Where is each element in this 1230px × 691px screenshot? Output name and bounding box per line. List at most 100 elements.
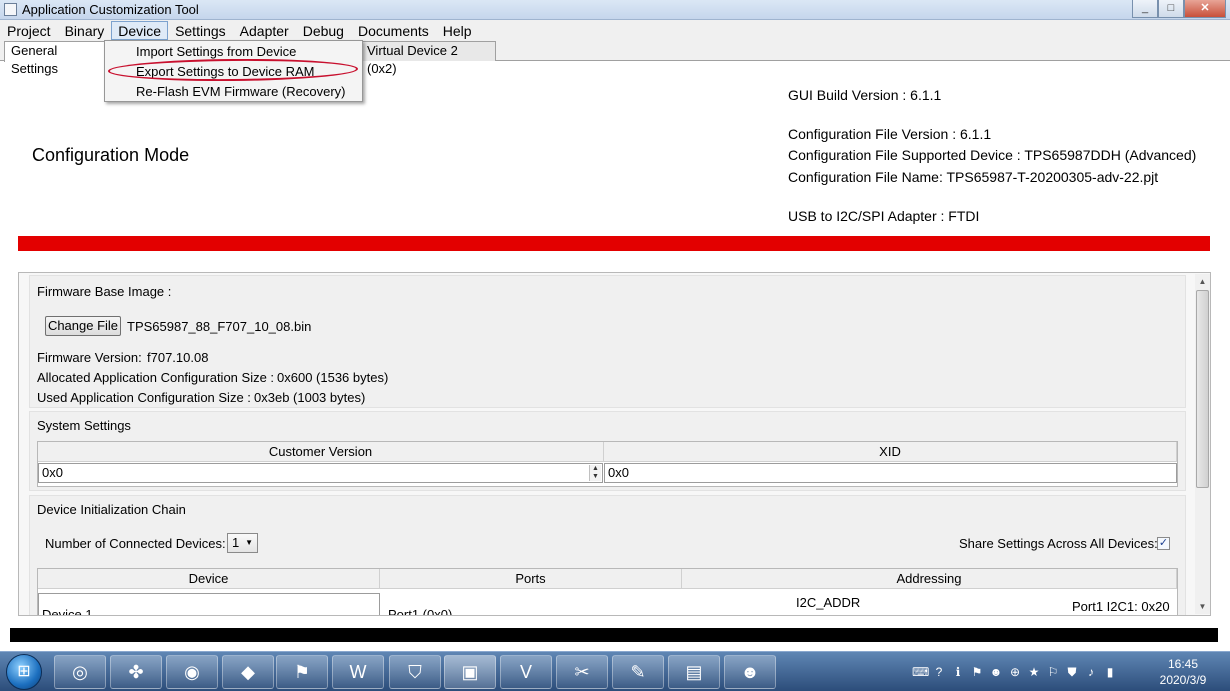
dropdown-arrow-icon: ▼: [245, 538, 253, 547]
used-size-label: Used Application Configuration Size :: [37, 390, 251, 405]
menu-adapter[interactable]: Adapter: [233, 21, 296, 40]
allocated-size-label: Allocated Application Configuration Size…: [37, 370, 275, 385]
chrome-icon[interactable]: ◎: [54, 655, 106, 689]
share-settings-checkbox[interactable]: ✓: [1157, 537, 1170, 550]
clock-time: 16:45: [1167, 657, 1199, 671]
firmware-group-label: Firmware Base Image :: [37, 284, 172, 299]
scroll-down-icon[interactable]: ▼: [1195, 599, 1210, 614]
device-init-chain-group: Device Initialization Chain Number of Co…: [29, 495, 1186, 616]
scroll-up-icon[interactable]: ▲: [1195, 274, 1210, 289]
notepad-icon[interactable]: ▤: [668, 655, 720, 689]
customer-version-input[interactable]: 0x0 ▲ ▼: [38, 463, 603, 483]
maximize-button[interactable]: □: [1158, 0, 1184, 18]
word-icon[interactable]: W: [332, 655, 384, 689]
checkmark-icon: ✓: [1158, 537, 1169, 549]
menu-item-export-settings[interactable]: Export Settings to Device RAM: [136, 64, 314, 79]
menu-debug[interactable]: Debug: [296, 21, 351, 40]
tab-general-settings[interactable]: General Settings: [4, 41, 110, 76]
config-file-name: Configuration File Name: TPS65987-T-2020…: [788, 169, 1159, 185]
adapter-info: USB to I2C/SPI Adapter : FTDI: [788, 208, 980, 224]
system-tray: ⌨ ? ℹ ⚑ ☻ ⊕ ★ ⚐ ⛊ ♪ ▮: [912, 660, 1144, 684]
scrollbar-thumb[interactable]: [1196, 290, 1209, 488]
share-settings-label: Share Settings Across All Devices:: [959, 536, 1158, 551]
xid-value: 0x0: [608, 465, 629, 480]
star-icon[interactable]: ★: [1026, 664, 1042, 680]
device-cell[interactable]: Device 1: [38, 593, 380, 616]
clover-icon[interactable]: ✤: [110, 655, 162, 689]
ports-value: Port1 (0x0): [388, 607, 453, 616]
addressing-label: I2C_ADDR: [796, 595, 861, 610]
minimize-button[interactable]: _: [1132, 0, 1158, 18]
keyboard-icon[interactable]: ⌨: [912, 664, 929, 680]
customer-version-value: 0x0: [42, 465, 63, 480]
device-init-chain-label: Device Initialization Chain: [37, 502, 186, 517]
messenger-icon[interactable]: ◉: [166, 655, 218, 689]
config-file-version: Configuration File Version : 6.1.1: [788, 126, 992, 142]
app-icon: [4, 3, 17, 16]
spinner-arrows-icon[interactable]: ▲ ▼: [589, 465, 601, 481]
tab-virtual-device-2[interactable]: Virtual Device 2 (0x2): [360, 41, 496, 76]
start-button[interactable]: ⊞: [6, 654, 42, 690]
settings-panel: Firmware Base Image : Change File TPS659…: [18, 272, 1211, 616]
menu-binary[interactable]: Binary: [58, 21, 112, 40]
xid-input[interactable]: 0x0: [604, 463, 1177, 483]
shield-app-icon[interactable]: ⛉: [389, 655, 441, 689]
column-header-addressing: Addressing: [682, 569, 1177, 589]
column-header-xid: XID: [604, 442, 1177, 462]
status-band-red: [18, 236, 1210, 251]
tool-app-icon[interactable]: ▣: [444, 655, 496, 689]
signal-icon[interactable]: ▮: [1102, 664, 1118, 680]
num-devices-value: 1: [232, 535, 240, 550]
snipping-icon[interactable]: ✂: [556, 655, 608, 689]
allocated-size-value: 0x600 (1536 bytes): [277, 370, 389, 385]
column-header-customer-version: Customer Version: [38, 442, 604, 462]
network-icon[interactable]: ⊕: [1007, 664, 1023, 680]
taskbar-clock[interactable]: 16:45 2020/3/9: [1148, 656, 1218, 688]
visio-icon[interactable]: V: [500, 655, 552, 689]
panel-scrollbar[interactable]: ▲ ▼: [1195, 274, 1210, 614]
close-button[interactable]: ✕: [1184, 0, 1226, 18]
column-header-ports: Ports: [380, 569, 682, 589]
flag-icon[interactable]: ⚐: [1045, 664, 1061, 680]
menu-item-reflash-firmware[interactable]: Re-Flash EVM Firmware (Recovery): [136, 84, 345, 99]
menu-project[interactable]: Project: [0, 21, 58, 40]
kite-icon[interactable]: ◆: [222, 655, 274, 689]
paint-icon[interactable]: ✎: [612, 655, 664, 689]
device-name: Device 1: [42, 607, 93, 616]
menu-item-import-settings[interactable]: Import Settings from Device: [136, 44, 296, 59]
acrobat-icon[interactable]: ⚑: [276, 655, 328, 689]
clock-date: 2020/3/9: [1159, 673, 1207, 687]
system-settings-label: System Settings: [37, 418, 131, 433]
system-settings-group: System Settings Customer Version XID 0x0…: [29, 411, 1186, 491]
gui-build-version: GUI Build Version : 6.1.1: [788, 87, 942, 103]
num-devices-label: Number of Connected Devices:: [45, 536, 226, 551]
menu-help[interactable]: Help: [436, 21, 479, 40]
firmware-version-label: Firmware Version:: [37, 350, 142, 365]
menu-device[interactable]: Device: [111, 21, 169, 40]
window-controls: _ □ ✕: [1132, 0, 1226, 18]
window-title: Application Customization Tool: [22, 2, 199, 17]
wechat-icon[interactable]: ☻: [724, 655, 776, 689]
wechat-tray-icon[interactable]: ☻: [988, 664, 1004, 680]
volume-icon[interactable]: ♪: [1083, 664, 1099, 680]
firmware-group: Firmware Base Image : Change File TPS659…: [29, 275, 1186, 408]
configuration-mode-title: Configuration Mode: [32, 145, 190, 165]
menu-bar: Project Binary Device Settings Adapter D…: [0, 20, 1230, 40]
device-menu-dropdown: Import Settings from Device Export Setti…: [104, 40, 363, 102]
config-supported-device: Configuration File Supported Device : TP…: [788, 147, 1197, 163]
info-icon[interactable]: ℹ: [950, 664, 966, 680]
change-file-button[interactable]: Change File: [45, 316, 121, 336]
title-bar: Application Customization Tool _ □ ✕: [0, 0, 1230, 20]
num-devices-select[interactable]: 1 ▼: [227, 533, 258, 553]
firmware-version-value: f707.10.08: [147, 350, 209, 365]
firmware-file-name: TPS65987_88_F707_10_08.bin: [127, 319, 312, 334]
addressing-value: Port1 I2C1: 0x20: [1072, 599, 1170, 614]
pdf-tray-icon[interactable]: ⚑: [969, 664, 985, 680]
menu-settings[interactable]: Settings: [168, 21, 233, 40]
device-chain-table: Device Ports Addressing Device 1 Port1 (…: [37, 568, 1178, 616]
help-icon[interactable]: ?: [931, 664, 947, 680]
used-size-value: 0x3eb (1003 bytes): [254, 390, 366, 405]
security-icon[interactable]: ⛊: [1064, 664, 1080, 680]
menu-documents[interactable]: Documents: [351, 21, 436, 40]
system-settings-table: Customer Version XID 0x0 ▲ ▼ 0x0: [37, 441, 1178, 487]
